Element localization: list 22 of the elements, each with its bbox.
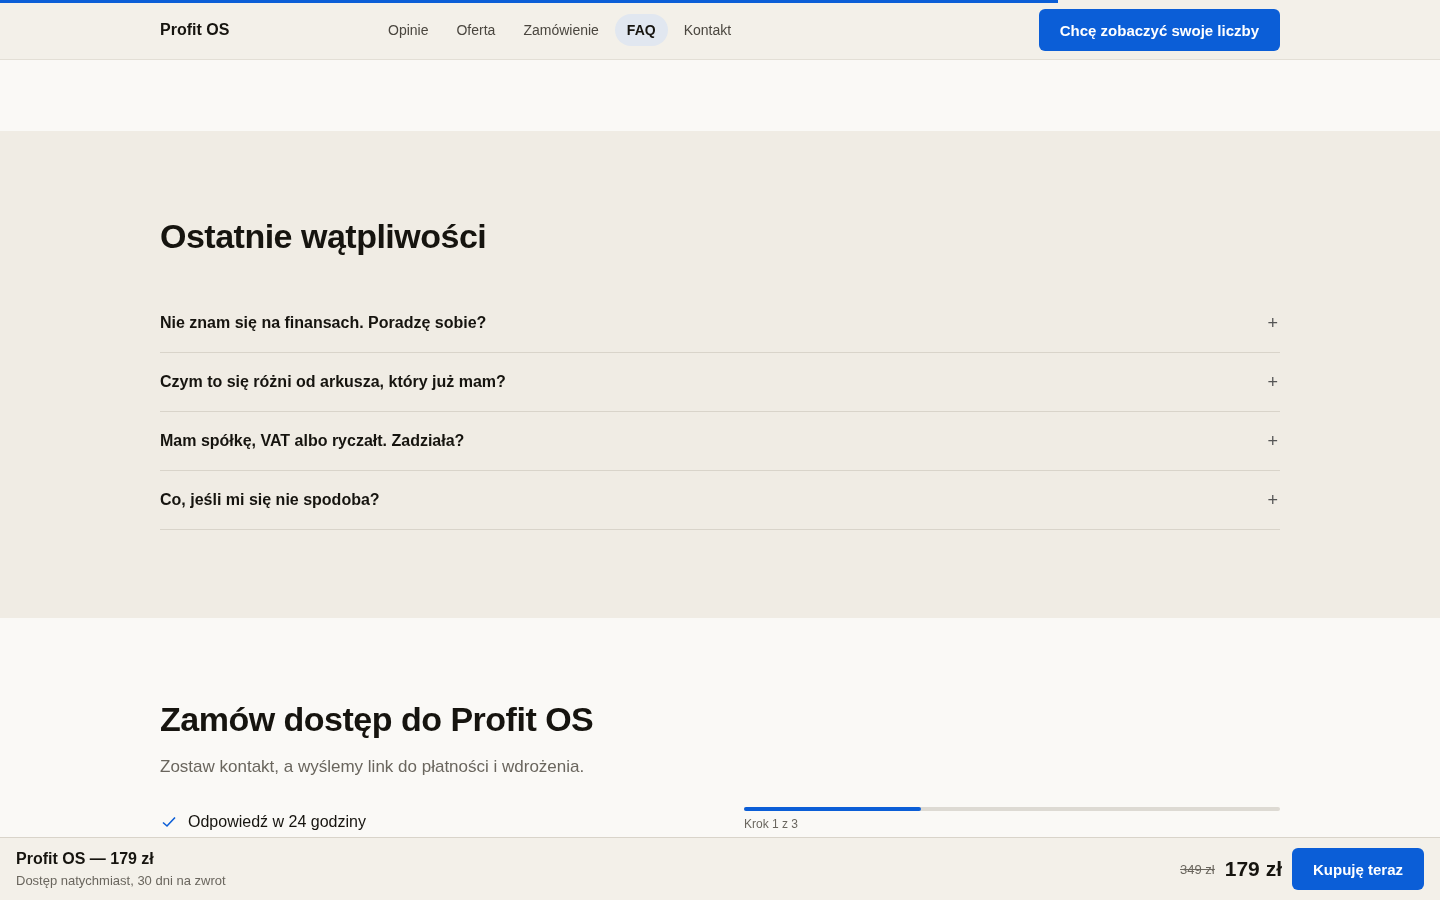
faq-item[interactable]: Czym to się różni od arkusza, który już mam? + — [160, 353, 1280, 412]
logo[interactable]: Profit OS — [160, 21, 376, 39]
nav-link[interactable]: Oferta — [444, 14, 508, 46]
cta-button[interactable]: Chcę zobaczyć swoje liczby — [1038, 9, 1280, 51]
section-heading: Ostatnie wątpliwości — [160, 217, 488, 256]
faq-item[interactable]: Nie znam się na finansach. Poradzę sobie? + — [160, 294, 1280, 353]
section-heading: Zamów dostęp do Profit OS — [160, 700, 595, 739]
buy-button[interactable]: Kupuję teraz — [1292, 848, 1424, 890]
nav-link[interactable]: Kontakt — [671, 14, 744, 46]
section-subtitle: Zostaw kontakt, a wyślemy link do płatności i wdrożenia. — [160, 757, 586, 777]
faq-item[interactable]: Co, jeśli mi się nie spodoba? + — [160, 471, 1280, 530]
benefit-text: Odpowiedź w 24 godziny — [188, 813, 366, 831]
nav-link[interactable]: FAQ — [614, 14, 668, 46]
product-note: Dostęp natychmiast, 30 dni na zwrot — [16, 873, 226, 888]
nav-link[interactable]: Zamówienie — [511, 14, 611, 46]
step-label: Krok 1 z 3 — [744, 818, 800, 831]
faq-item[interactable]: Mam spółkę, VAT albo ryczałt. Zadziała? + — [160, 412, 1280, 471]
product-title: Profit OS — 179 zł — [16, 850, 155, 868]
check-icon — [162, 816, 176, 828]
nav-link[interactable]: Opinie — [376, 14, 441, 46]
price: 179 zł — [1224, 857, 1282, 881]
old-price: 349 zł — [1180, 861, 1215, 877]
